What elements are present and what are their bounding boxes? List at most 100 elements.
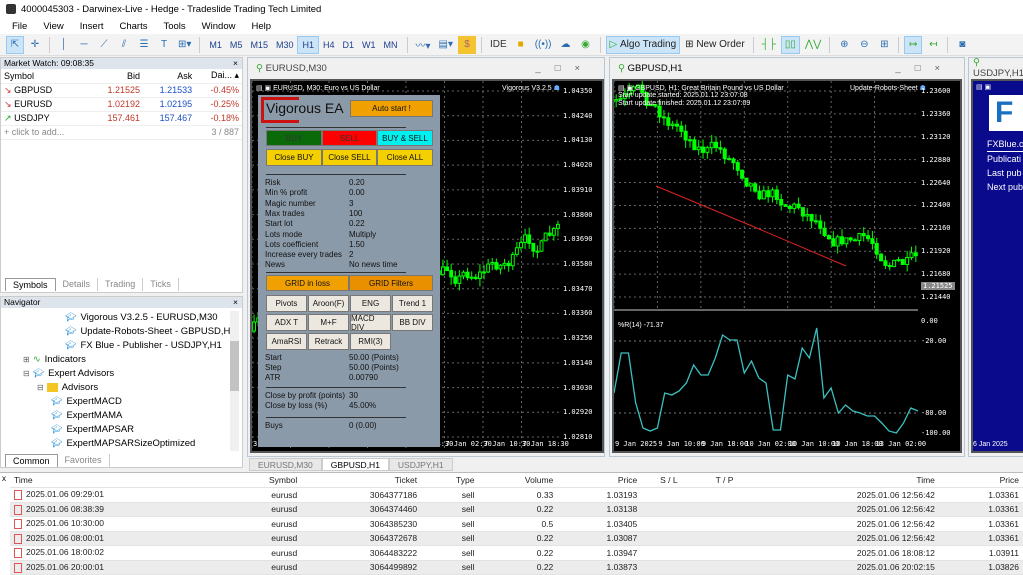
col-header[interactable]: Volume [478,473,558,488]
close-sell-button[interactable]: Close SELL [322,149,377,166]
window-controls[interactable]: _□× [535,63,594,74]
menu-tools[interactable]: Tools [155,21,193,32]
navigator-item[interactable]: 🎓︎ ExpertMAPSARSizeOptimized [1,436,242,450]
sell-button[interactable]: SELL [322,130,377,146]
expand-icon[interactable]: ⊞ [23,355,30,364]
ide-button[interactable]: IDE [487,36,510,54]
col-header[interactable]: Type [421,473,479,488]
navigator-item[interactable]: 🎓︎FX Blue - Publish... [1,450,242,453]
filter-adx-t-button[interactable]: ADX T [266,314,307,331]
market-button[interactable]: $ [458,35,477,54]
navigator-item[interactable]: 🎓︎ ExpertMACD [1,394,242,408]
filter-pivots-button[interactable]: Pivots [266,295,307,312]
collapse-icon[interactable]: ⊟ [23,369,30,378]
close-buy-button[interactable]: Close BUY [266,149,322,166]
menu-view[interactable]: View [35,21,71,32]
navigator-item[interactable]: 🎓︎ ExpertMAPSAR [1,422,242,436]
menu-file[interactable]: File [4,21,35,32]
trendline-button[interactable]: ⟋ [95,36,113,54]
screenshot-icon[interactable]: ◙ [953,36,971,54]
click-to-add[interactable]: + click to add... [1,125,91,140]
tab-details[interactable]: Details [56,278,99,291]
shapes-button[interactable]: ⊞▾ [175,36,194,54]
usdjpy-chart[interactable]: ▤ ▣ F FXBlue.c Publicati Last pub Next pub … [971,79,1023,453]
col-header[interactable]: Ticket [301,473,422,488]
algo-trading-button[interactable]: ▷ Algo Trading [605,35,681,54]
table-row[interactable]: 2025.01.06 08:00:01 eurusd 3064372678 sell 0… [10,531,1023,546]
zoom-in-icon[interactable]: ⊕ [835,36,853,54]
timeframe-m1[interactable]: M1 [205,36,226,54]
grid-filters-button[interactable]: GRID Filters [349,275,433,291]
chart-tab[interactable]: GBPUSD,H1 [321,458,389,471]
tab-favorites[interactable]: Favorites [58,454,110,467]
navigator-scrollbar[interactable] [230,311,239,451]
timeframe-d1[interactable]: D1 [339,36,359,54]
channel-button[interactable]: ⫽ [115,36,133,54]
chart-tab[interactable]: EURUSD,M30 [249,458,322,471]
tile-windows-icon[interactable]: ⊞ [875,36,893,54]
vps-icon[interactable]: ◉ [577,36,595,54]
close-icon[interactable]: × [233,297,238,308]
timeframe-m5[interactable]: M5 [226,36,247,54]
text-button[interactable]: T [155,36,173,54]
window-controls[interactable]: _□× [895,63,954,74]
col-daily[interactable]: Dai... ▴ [195,69,242,84]
tab-ticks[interactable]: Ticks [143,278,179,291]
lock-icon[interactable]: ■ [512,36,530,54]
timeframe-mn[interactable]: MN [380,36,402,54]
cloud-icon[interactable]: ☁ [557,36,575,54]
filter-trend-1-button[interactable]: Trend 1 [392,295,433,312]
collapse-icon[interactable]: ⊟ [37,383,44,392]
navigator-item[interactable]: 🎓︎ FX Blue - Publisher - USDJPY,H1 [1,338,242,352]
timeframe-h1[interactable]: H1 [297,35,319,54]
col-header[interactable]: Price [938,473,1023,488]
chart-type-button[interactable]: 〰▾ [413,36,434,54]
col-header[interactable]: T / P [696,473,753,488]
filter-aroon-f--button[interactable]: Aroon(F) [308,295,349,312]
col-bid[interactable]: Bid [90,69,143,84]
filter-macd-div-button[interactable]: MACD DIV [350,314,391,332]
table-row[interactable]: 2025.01.06 20:00:01 eurusd 3064499892 sell 0… [10,560,1023,575]
navigator-item[interactable]: 🎓︎ ExpertMAMA [1,408,242,422]
col-ask[interactable]: Ask [143,69,196,84]
tab-trading[interactable]: Trading [98,278,144,291]
navigator-item[interactable]: 🎓︎ Update-Robots-Sheet - GBPUSD,H1 [1,324,242,338]
filter-eng-button[interactable]: ENG [350,295,391,312]
menu-window[interactable]: Window [194,21,244,32]
signals-icon[interactable]: ((•)) [532,36,555,54]
filter-m-f-button[interactable]: M+F [308,314,349,331]
menu-help[interactable]: Help [243,21,279,32]
close-all-button[interactable]: Close ALL [377,149,433,166]
col-header[interactable]: Symbol [222,473,302,488]
timeframe-w1[interactable]: W1 [358,36,380,54]
table-row[interactable]: 2025.01.06 08:38:39 eurusd 3064374460 sell 0… [10,502,1023,517]
grid-in-loss-button[interactable]: GRID in loss [266,275,349,291]
filter-amarsi-button[interactable]: AmaRSI [266,333,307,350]
fibonacci-button[interactable]: ☰ [135,36,153,54]
col-symbol[interactable]: Symbol [1,69,91,84]
table-row[interactable]: 2025.01.06 18:00:02 eurusd 3064483222 sell 0… [10,545,1023,561]
buy-sell-button[interactable]: BUY & SELL [377,130,433,146]
tab-common[interactable]: Common [5,454,58,467]
indicators-button[interactable]: ▤▾ [436,36,456,54]
autoscroll-button[interactable]: ↦ [904,35,923,54]
col-header[interactable]: Time [10,473,223,488]
buy-button[interactable]: BUY [266,130,322,146]
horizontal-line-button[interactable]: ─ [75,36,93,54]
line-chart-button[interactable]: ⋀⋁ [802,36,824,54]
table-row[interactable]: 2025.01.06 10:30:00 eurusd 3064385230 sell 0… [10,516,1023,532]
symbol-row[interactable]: ↘ GBPUSD 1.21525 1.21533 -0.45% [1,83,242,98]
close-icon[interactable]: × [233,58,238,69]
col-header[interactable]: S / L [641,473,697,488]
symbol-row[interactable]: ↗ USDJPY 157.461 157.467 -0.18% [1,111,242,126]
table-row[interactable]: 2025.01.06 09:29:01 eurusd 3064377186 sell 0… [10,487,1023,503]
auto-start-button[interactable]: Auto start ! [350,100,433,117]
timeframe-h4[interactable]: H4 [319,36,339,54]
gbpusd-chart[interactable]: ▤ ▣ GBPUSD, H1: Great Britain Pound vs U… [612,79,962,453]
filter-rmi-3--button[interactable]: RMI(3) [350,333,391,350]
filter-retrack-button[interactable]: Retrack [308,333,349,350]
new-order-button[interactable]: ⊞ New Order [682,36,748,54]
cursor-tool-button[interactable]: ⇱ [6,35,24,54]
menu-charts[interactable]: Charts [112,21,156,32]
symbol-row[interactable]: ↘ EURUSD 1.02192 1.02195 -0.25% [1,97,242,112]
